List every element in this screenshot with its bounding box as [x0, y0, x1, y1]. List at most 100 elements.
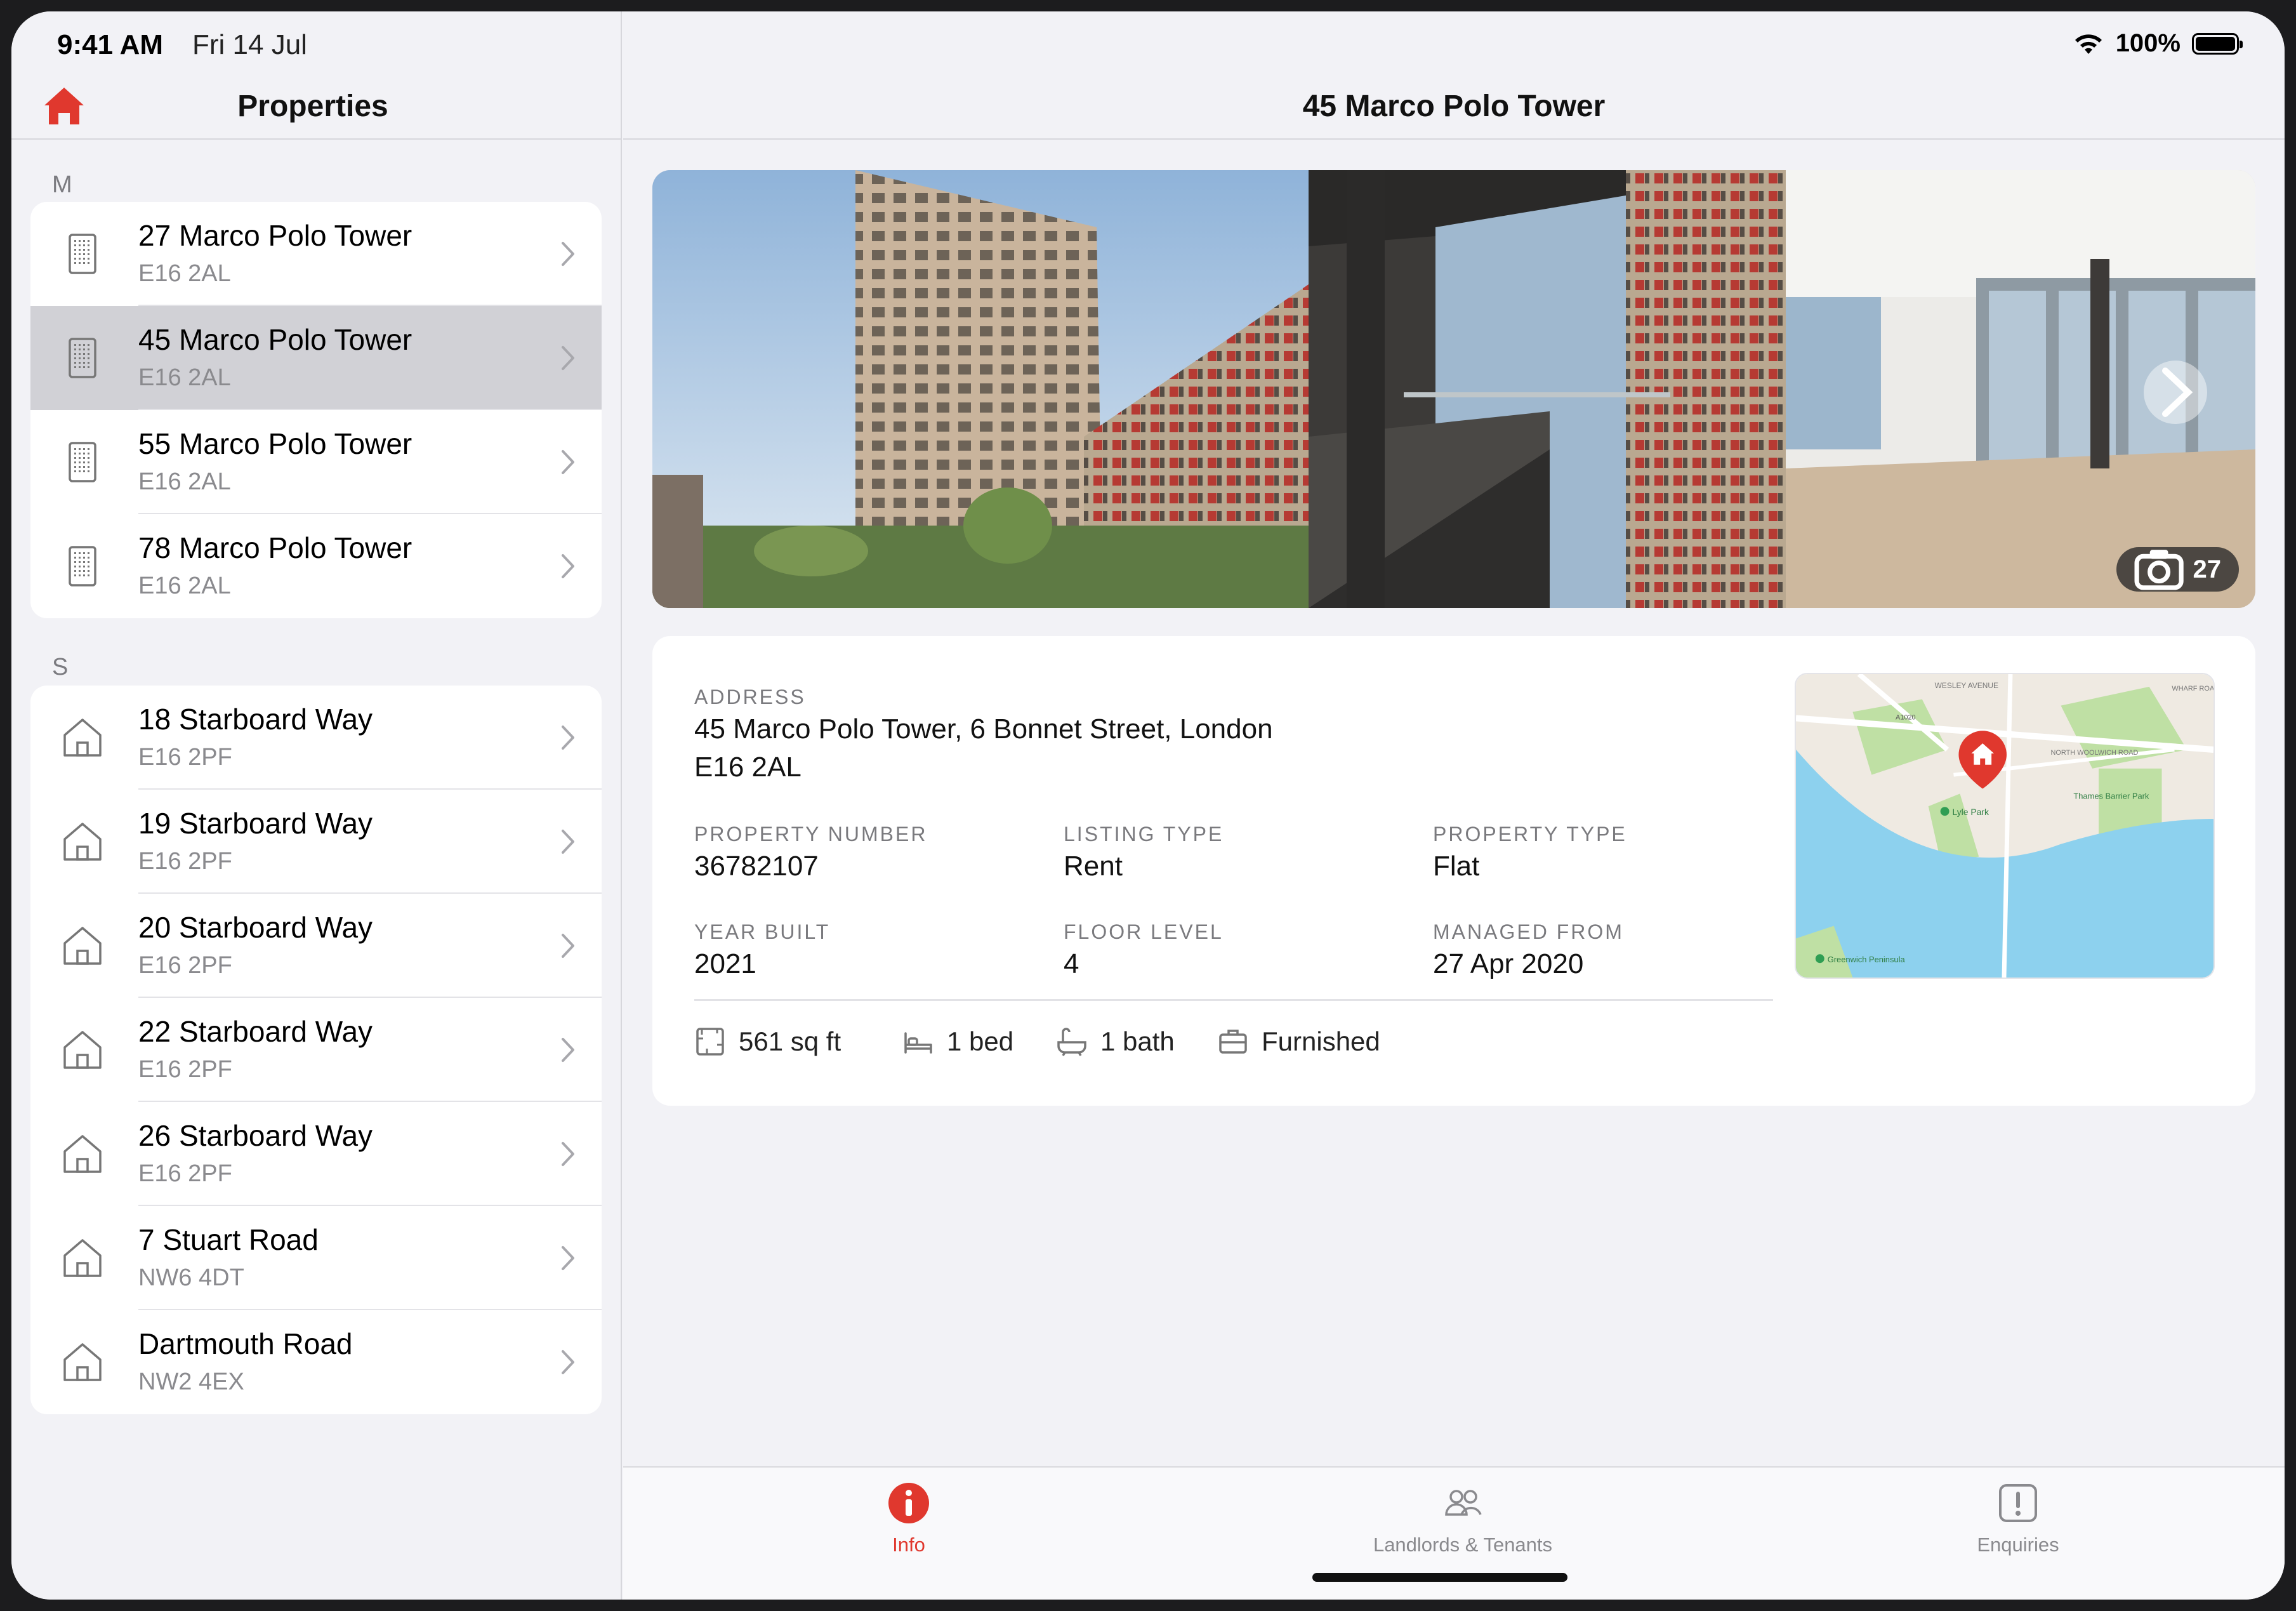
detail-navbar: 45 Marco Polo Tower: [623, 70, 2285, 140]
gallery-photo-balcony[interactable]: [1309, 170, 1786, 608]
property-row[interactable]: 78 Marco Polo Tower E16 2AL: [30, 514, 602, 618]
property-title: 7 Stuart Road: [138, 1223, 319, 1256]
property-postcode: NW2 4EX: [138, 1369, 244, 1395]
field-value-year-built: 2021: [694, 948, 756, 979]
floorplan-icon: [696, 1028, 724, 1056]
feature-label: 561 sq ft: [739, 1026, 841, 1056]
feature-area: 561 sq ft: [694, 1026, 841, 1057]
property-title: 27 Marco Polo Tower: [138, 219, 412, 252]
status-time: 9:41 AM: [57, 29, 164, 60]
feature-baths: 1 bath: [1056, 1026, 1175, 1057]
field-value-property-type: Flat: [1433, 851, 1480, 882]
gallery-photo-interior[interactable]: 27: [1786, 170, 2255, 608]
sidebar-navbar: Properties: [11, 70, 621, 140]
feature-label: 1 bath: [1100, 1026, 1175, 1056]
property-row[interactable]: 20 Starboard Way E16 2PF: [30, 894, 602, 998]
house-icon: [63, 927, 102, 965]
property-list-s: 18 Starboard Way E16 2PF 19 Starboard Way E…: [30, 686, 602, 1414]
property-title: 45 Marco Polo Tower: [138, 323, 412, 356]
property-info-card: ADDRESS 45 Marco Polo Tower, 6 Bonnet St…: [652, 636, 2255, 1106]
detail-title: 45 Marco Polo Tower: [1302, 90, 1606, 123]
photo-gallery[interactable]: 27: [652, 170, 2255, 608]
section-header-s: S: [52, 654, 69, 680]
property-row[interactable]: 55 Marco Polo Tower E16 2AL: [30, 410, 602, 514]
wifi-icon: [2075, 34, 2102, 54]
property-row[interactable]: 19 Starboard Way E16 2PF: [30, 790, 602, 894]
camera-icon: [2134, 550, 2184, 590]
property-row[interactable]: 45 Marco Polo Tower E16 2AL: [30, 306, 602, 410]
property-postcode: E16 2PF: [138, 952, 232, 979]
bed-icon: [904, 1032, 932, 1054]
map-label-park: Lyle Park: [1953, 807, 1989, 817]
property-postcode: E16 2AL: [138, 364, 231, 391]
field-value-managed-from: 27 Apr 2020: [1433, 948, 1584, 979]
property-title: 55 Marco Polo Tower: [138, 427, 412, 460]
ipad-screen: 9:41 AM Fri 14 Jul Properties M 27 Marco…: [11, 11, 2285, 1600]
property-list-m: 27 Marco Polo Tower E16 2AL 45 Marco Polo …: [30, 202, 602, 618]
property-row[interactable]: 27 Marco Polo Tower E16 2AL: [30, 202, 602, 306]
map-label-road: WESLEY AVENUE: [1935, 681, 1998, 690]
tab-label: Enquiries: [1977, 1534, 2059, 1556]
map-label-road: NORTH WOOLWICH ROAD: [2051, 749, 2139, 757]
chevron-right-icon: [562, 1350, 574, 1374]
sidebar-title: Properties: [237, 90, 388, 123]
chevron-right-icon: [562, 830, 574, 854]
house-icon: [63, 823, 102, 861]
chevron-right-icon: [2162, 368, 2193, 417]
furnished-icon: [1219, 1030, 1247, 1054]
photo-count-badge[interactable]: 27: [2116, 547, 2239, 592]
building-icon: [69, 338, 96, 378]
address-label: ADDRESS: [694, 686, 806, 708]
map-label-road: WHARF ROAD: [2172, 685, 2214, 693]
field-label: YEAR BUILT: [694, 920, 831, 943]
gallery-next-button[interactable]: [2144, 361, 2207, 424]
map-label-park: Thames Barrier Park: [2073, 791, 2149, 800]
property-postcode: E16 2AL: [138, 468, 231, 495]
gallery-photo-exterior[interactable]: [652, 170, 1309, 608]
chevron-right-icon: [562, 346, 574, 370]
status-date: Fri 14 Jul: [192, 29, 307, 60]
chevron-right-icon: [562, 450, 574, 474]
property-title: 19 Starboard Way: [138, 807, 373, 840]
building-icon: [69, 546, 96, 587]
home-indicator: [1312, 1573, 1567, 1582]
house-icon: [63, 1135, 102, 1173]
house-icon: [63, 719, 102, 757]
sidebar: 9:41 AM Fri 14 Jul Properties M 27 Marco…: [11, 11, 622, 1600]
address-line2: E16 2AL: [694, 752, 802, 783]
exclamation-icon: [1999, 1484, 2037, 1522]
field-label: LISTING TYPE: [1064, 823, 1224, 845]
tab-label: Info: [892, 1534, 925, 1556]
field-value-listing-type: Rent: [1064, 851, 1123, 882]
battery-percent: 100%: [2115, 29, 2181, 57]
tab-enquiries[interactable]: Enquiries: [1828, 1480, 2208, 1556]
property-postcode: E16 2PF: [138, 848, 232, 875]
property-row[interactable]: 18 Starboard Way E16 2PF: [30, 686, 602, 790]
house-icon: [63, 1239, 102, 1277]
field-value-floor-level: 4: [1064, 948, 1079, 979]
property-row[interactable]: 7 Stuart Road NW6 4DT: [30, 1206, 602, 1310]
property-postcode: NW6 4DT: [138, 1264, 244, 1291]
feature-furnished: Furnished: [1217, 1026, 1380, 1057]
battery-icon: [2192, 32, 2243, 55]
feature-label: Furnished: [1262, 1026, 1380, 1056]
tab-info[interactable]: Info: [718, 1480, 1099, 1556]
chevron-right-icon: [562, 1038, 574, 1062]
property-title: 18 Starboard Way: [138, 703, 373, 736]
chevron-right-icon: [562, 1142, 574, 1166]
property-postcode: E16 2AL: [138, 260, 231, 287]
property-row[interactable]: 26 Starboard Way E16 2PF: [30, 1102, 602, 1206]
status-indicators: 100%: [2073, 29, 2243, 58]
people-icon: [1445, 1490, 1482, 1516]
property-row[interactable]: Dartmouth Road NW2 4EX: [30, 1310, 602, 1414]
map-label-area: Greenwich Peninsula: [1828, 955, 1906, 964]
property-row[interactable]: 22 Starboard Way E16 2PF: [30, 998, 602, 1102]
house-icon: [63, 1031, 102, 1069]
location-map[interactable]: WESLEY AVENUE NORTH WOOLWICH ROAD WHARF …: [1795, 673, 2215, 979]
tab-landlords-tenants[interactable]: Landlords & Tenants: [1272, 1480, 1653, 1556]
property-title: 22 Starboard Way: [138, 1015, 373, 1048]
property-postcode: E16 2PF: [138, 1160, 232, 1187]
house-icon: [63, 1343, 102, 1381]
info-icon: [888, 1483, 929, 1523]
property-title: 20 Starboard Way: [138, 911, 373, 944]
